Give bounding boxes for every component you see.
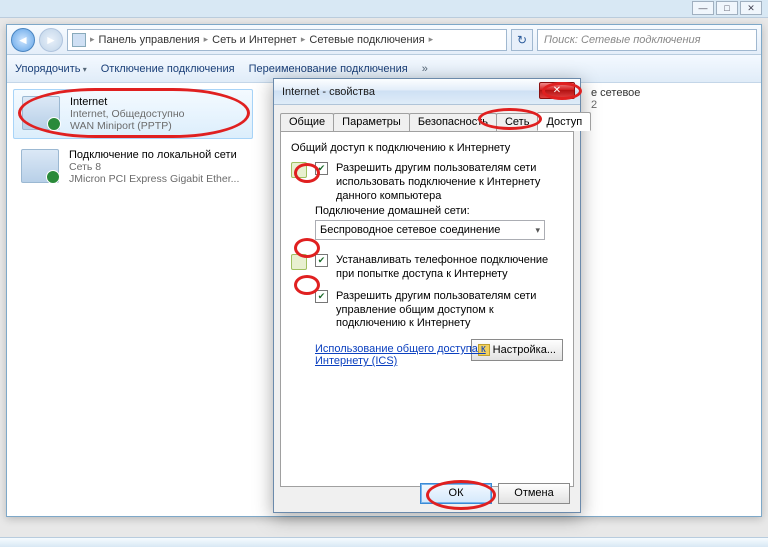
tab-parameters[interactable]: Параметры (333, 113, 410, 131)
connection-item-lan[interactable]: Подключение по локальной сети Сеть 8 JMi… (13, 143, 253, 191)
dialog-footer: ОК Отмена (274, 474, 580, 512)
connection-item-internet[interactable]: Internet Internet, Общедоступно WAN Mini… (13, 89, 253, 139)
ok-button[interactable]: ОК (420, 483, 492, 504)
dialog-close-button[interactable]: ✕ (539, 82, 575, 99)
firewall-icon (291, 162, 307, 178)
allow-others-checkbox[interactable]: ✔ (315, 162, 328, 175)
connection-adapter: JMicron PCI Express Gigabit Ether... (69, 173, 239, 185)
search-placeholder: Поиск: Сетевые подключения (544, 34, 701, 46)
cancel-button[interactable]: Отмена (498, 483, 570, 504)
tab-sharing[interactable]: Доступ (537, 112, 591, 131)
toolbar-overflow[interactable]: » (422, 63, 428, 75)
allow-others-label: Разрешить другим пользователям сети испо… (336, 162, 563, 203)
app-titlebar: — □ ✕ (0, 0, 768, 18)
taskbar (0, 537, 768, 547)
tab-network[interactable]: Сеть (496, 113, 538, 131)
tab-general[interactable]: Общие (280, 113, 334, 131)
dialog-title: Internet - свойства (282, 86, 375, 98)
navigation-bar: ◄ ► ▸ Панель управления ▸ Сеть и Интерне… (7, 25, 761, 55)
network-icon (72, 33, 86, 47)
allow-control-checkbox[interactable]: ✔ (315, 290, 328, 303)
home-network-value: Беспроводное сетевое соединение (320, 224, 500, 236)
ics-help-link[interactable]: Использование общего доступа к Интернету… (315, 343, 495, 367)
back-button[interactable]: ◄ (11, 28, 35, 52)
forward-button[interactable]: ► (39, 28, 63, 52)
dialog-titlebar[interactable]: Internet - свойства ✕ (274, 79, 580, 105)
home-network-label: Подключение домашней сети: (315, 205, 563, 217)
organize-menu[interactable]: Упорядочить (15, 63, 87, 75)
connection-icon (22, 96, 60, 130)
close-button[interactable]: ✕ (740, 1, 762, 15)
refresh-button[interactable]: ↻ (511, 29, 533, 51)
search-input[interactable]: Поиск: Сетевые подключения (537, 29, 757, 51)
tab-panel-sharing: Общий доступ к подключению к Интернету ✔… (280, 131, 574, 487)
minimize-button[interactable]: — (692, 1, 714, 15)
breadcrumb-root[interactable]: Панель управления (99, 34, 200, 46)
address-bar[interactable]: ▸ Панель управления ▸ Сеть и Интернет ▸ … (67, 29, 507, 51)
disable-connection-button[interactable]: Отключение подключения (101, 63, 235, 75)
dial-on-demand-checkbox[interactable]: ✔ (315, 254, 328, 267)
home-network-combo[interactable]: Беспроводное сетевое соединение (315, 220, 545, 240)
connection-status: Internet, Общедоступно (70, 108, 184, 120)
breadcrumb-category[interactable]: Сеть и Интернет (212, 34, 297, 46)
connection-title: Подключение по локальной сети (69, 149, 239, 161)
partial-item-label: е сетевое 2 (591, 87, 731, 111)
group-heading: Общий доступ к подключению к Интернету (291, 142, 563, 154)
properties-dialog: Internet - свойства ✕ Общие Параметры Бе… (273, 78, 581, 513)
maximize-button[interactable]: □ (716, 1, 738, 15)
allow-control-label: Разрешить другим пользователям сети упра… (336, 290, 563, 331)
connection-status: Сеть 8 (69, 161, 239, 173)
firewall-icon (291, 254, 307, 270)
connection-adapter: WAN Miniport (PPTP) (70, 120, 184, 132)
rename-connection-button[interactable]: Переименование подключения (249, 63, 408, 75)
tab-strip: Общие Параметры Безопасность Сеть Доступ (280, 111, 574, 131)
tab-security[interactable]: Безопасность (409, 113, 497, 131)
breadcrumb-page[interactable]: Сетевые подключения (309, 34, 424, 46)
dial-on-demand-label: Устанавливать телефонное подключение при… (336, 254, 563, 282)
connection-icon (21, 149, 59, 183)
connection-title: Internet (70, 96, 184, 108)
